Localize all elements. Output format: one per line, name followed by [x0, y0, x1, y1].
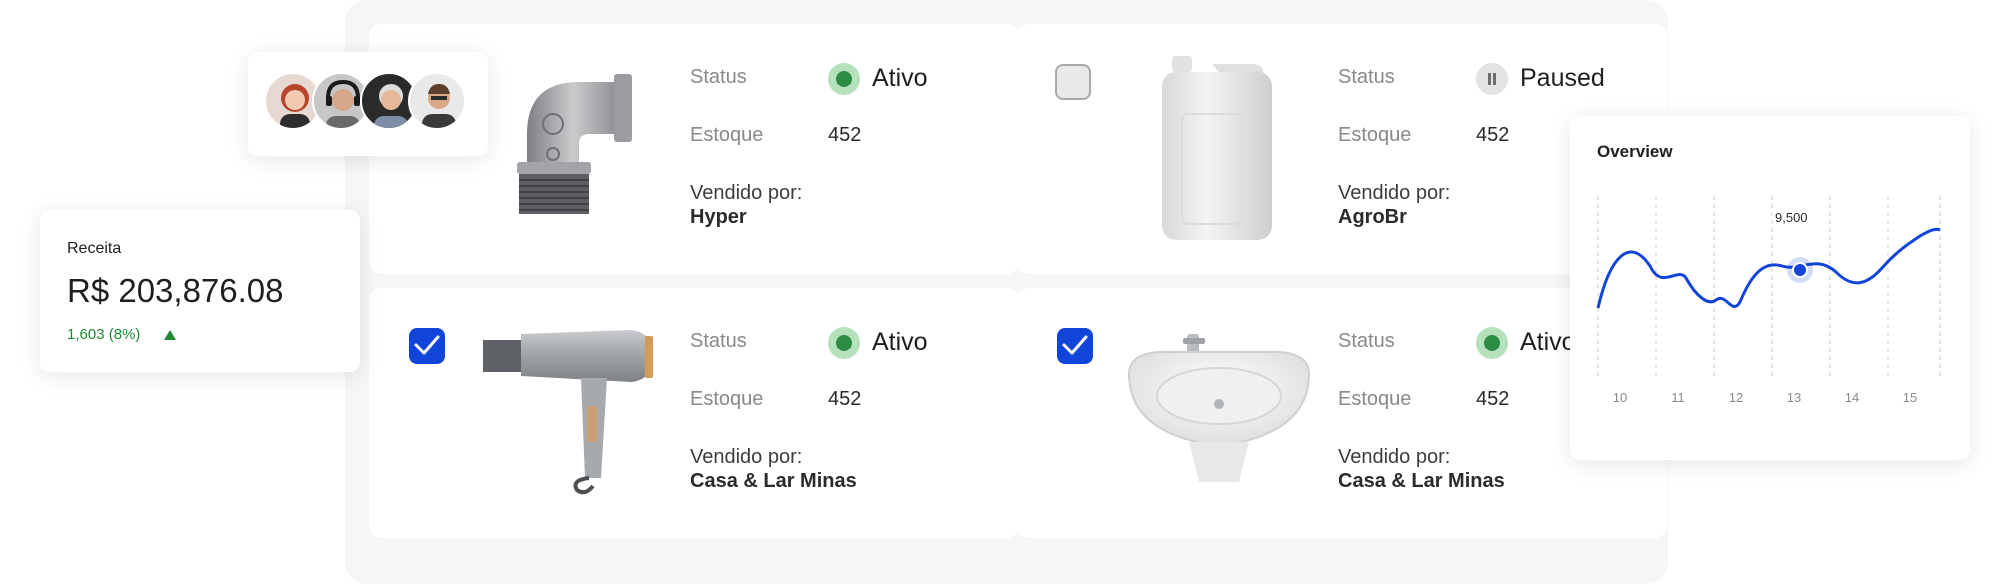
stock-label: Estoque [690, 388, 764, 410]
revenue-card: Receita R$ 203,876.08 1,603 (8%) [40, 210, 360, 372]
x-tick: 13 [1786, 390, 1802, 405]
x-tick: 14 [1844, 390, 1860, 405]
overview-point [1792, 262, 1808, 278]
check-icon [414, 335, 440, 355]
status-active-icon [1476, 327, 1508, 359]
x-tick: 15 [1902, 390, 1918, 405]
status-value: Ativo [872, 64, 928, 92]
overview-title: Overview [1597, 142, 1673, 161]
jerrycan-image [1162, 56, 1272, 240]
sink-image [1127, 334, 1311, 482]
stock-label: Estoque [1338, 388, 1412, 410]
status-label: Status [1338, 330, 1395, 352]
status-label: Status [690, 330, 747, 352]
status-value: Paused [1520, 64, 1605, 92]
vendor-name[interactable]: Casa & Lar Minas [1338, 470, 1505, 493]
x-tick: 12 [1728, 390, 1744, 405]
check-icon [1062, 335, 1088, 355]
product-card[interactable]: Status Ativo Estoque 452 Vendido por: Ca… [369, 288, 1019, 538]
status-active-icon [828, 327, 860, 359]
revenue-value: R$ 203,876.08 [67, 272, 284, 309]
status-value: Ativo [1520, 328, 1576, 356]
overview-card: Overview 9,500 10 11 12 13 14 15 [1570, 116, 1970, 460]
vendor-name[interactable]: AgroBr [1338, 206, 1407, 229]
trend-up-icon [164, 330, 176, 340]
x-tick: 10 [1612, 390, 1628, 405]
pipe-elbow-image [517, 74, 632, 214]
select-checkbox[interactable] [409, 328, 445, 364]
status-label: Status [690, 66, 747, 88]
status-active-icon [828, 63, 860, 95]
vendor-label: Vendido por: [690, 446, 803, 468]
vendor-label: Vendido por: [1338, 446, 1451, 468]
avatar-group-card [248, 52, 488, 156]
revenue-change: 1,603 (8%) [67, 326, 141, 343]
avatar[interactable] [408, 72, 466, 130]
overview-line [1596, 227, 1941, 309]
status-label: Status [1338, 66, 1395, 88]
revenue-title: Receita [67, 240, 122, 257]
status-paused-icon [1476, 63, 1508, 95]
stock-value: 452 [828, 124, 862, 146]
stock-label: Estoque [690, 124, 764, 146]
vendor-label: Vendido por: [1338, 182, 1451, 204]
stock-value: 452 [1476, 388, 1510, 410]
vendor-name[interactable]: Casa & Lar Minas [690, 470, 857, 493]
stock-value: 452 [1476, 124, 1510, 146]
highlight-label: 9,500 [1775, 210, 1808, 225]
vendor-label: Vendido por: [690, 182, 803, 204]
status-value: Ativo [872, 328, 928, 356]
x-tick: 11 [1671, 390, 1685, 405]
vendor-name[interactable]: Hyper [690, 206, 747, 229]
stock-label: Estoque [1338, 124, 1412, 146]
stock-value: 452 [828, 388, 862, 410]
hair-dryer-image [483, 330, 653, 495]
select-checkbox[interactable] [1057, 328, 1093, 364]
overview-chart [1596, 196, 1941, 376]
select-checkbox[interactable] [1055, 64, 1091, 100]
